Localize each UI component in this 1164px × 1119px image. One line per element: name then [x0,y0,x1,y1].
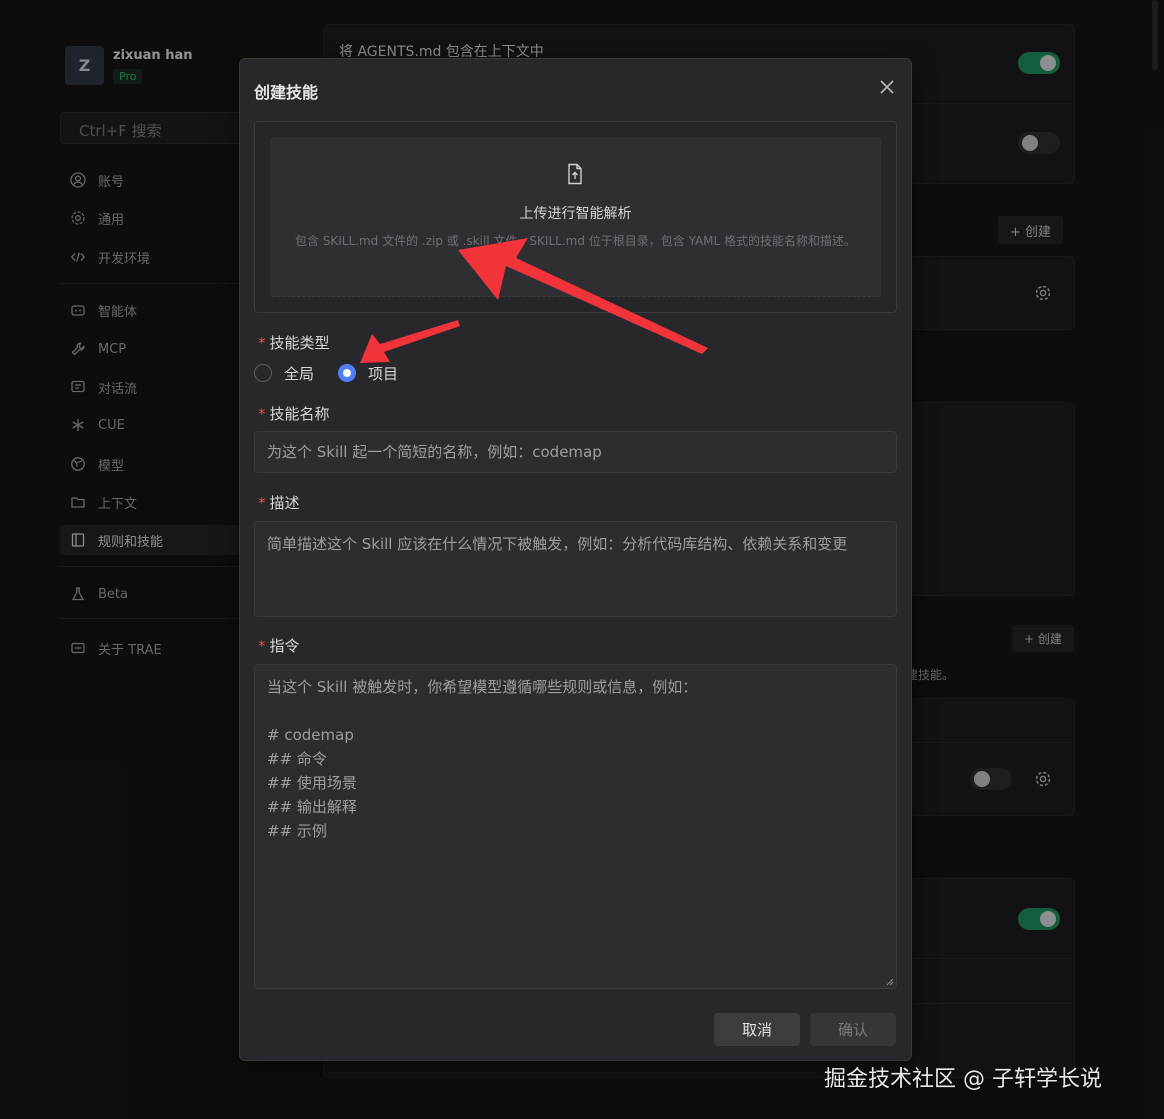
description-textarea[interactable]: 简单描述这个 Skill 应该在什么情况下被触发，例如：分析代码库结构、依赖关系… [254,521,897,617]
required-mark: * [258,334,266,352]
resize-grip-icon[interactable] [886,978,894,986]
instruction-textarea[interactable]: 当这个 Skill 被触发时，你希望模型遵循哪些规则或信息，例如： # code… [254,664,897,989]
confirm-button[interactable]: 确认 [810,1013,896,1046]
instruction-label: * 指令 [258,637,300,655]
watermark: 掘金技术社区 @ 子轩学长说 [824,1067,1102,1092]
required-mark: * [258,637,266,655]
radio-project[interactable] [338,364,357,382]
radio-global-label[interactable]: 全局 [284,363,314,384]
upload-description: 包含 SKILL.md 文件的 .zip 或 .skill 文件，SKILL.m… [294,234,857,248]
radio-project-label[interactable]: 项目 [368,363,398,384]
required-mark: * [258,494,266,512]
file-upload-icon [568,163,582,185]
skill-name-label: * 技能名称 [258,405,330,423]
settings-page: Z zixuan han Pro 账号 通用 开发环境 [0,0,1164,1119]
upload-area: 上传进行智能解析 包含 SKILL.md 文件的 .zip 或 .skill 文… [254,121,897,313]
radio-global[interactable] [254,364,272,382]
skill-name-input[interactable]: 为这个 Skill 起一个简短的名称，例如：codemap [254,431,897,473]
create-skill-dialog: 创建技能 上传进行智能解析 包含 SKILL.md 文件的 .zip 或 .sk… [239,58,912,1061]
description-label: * 描述 [258,494,300,512]
upload-title: 上传进行智能解析 [519,206,632,222]
dialog-title: 创建技能 [254,83,319,102]
skill-type-radio-group: 全局 项目 [254,361,422,385]
close-icon[interactable] [877,77,897,97]
instruction-placeholder: 当这个 Skill 被触发时，你希望模型遵循哪些规则或信息，例如： # code… [267,678,698,840]
required-mark: * [258,405,266,423]
cancel-button[interactable]: 取消 [714,1013,800,1046]
upload-dropzone[interactable]: 上传进行智能解析 包含 SKILL.md 文件的 .zip 或 .skill 文… [270,137,881,297]
skill-type-label: * 技能类型 [258,334,330,352]
